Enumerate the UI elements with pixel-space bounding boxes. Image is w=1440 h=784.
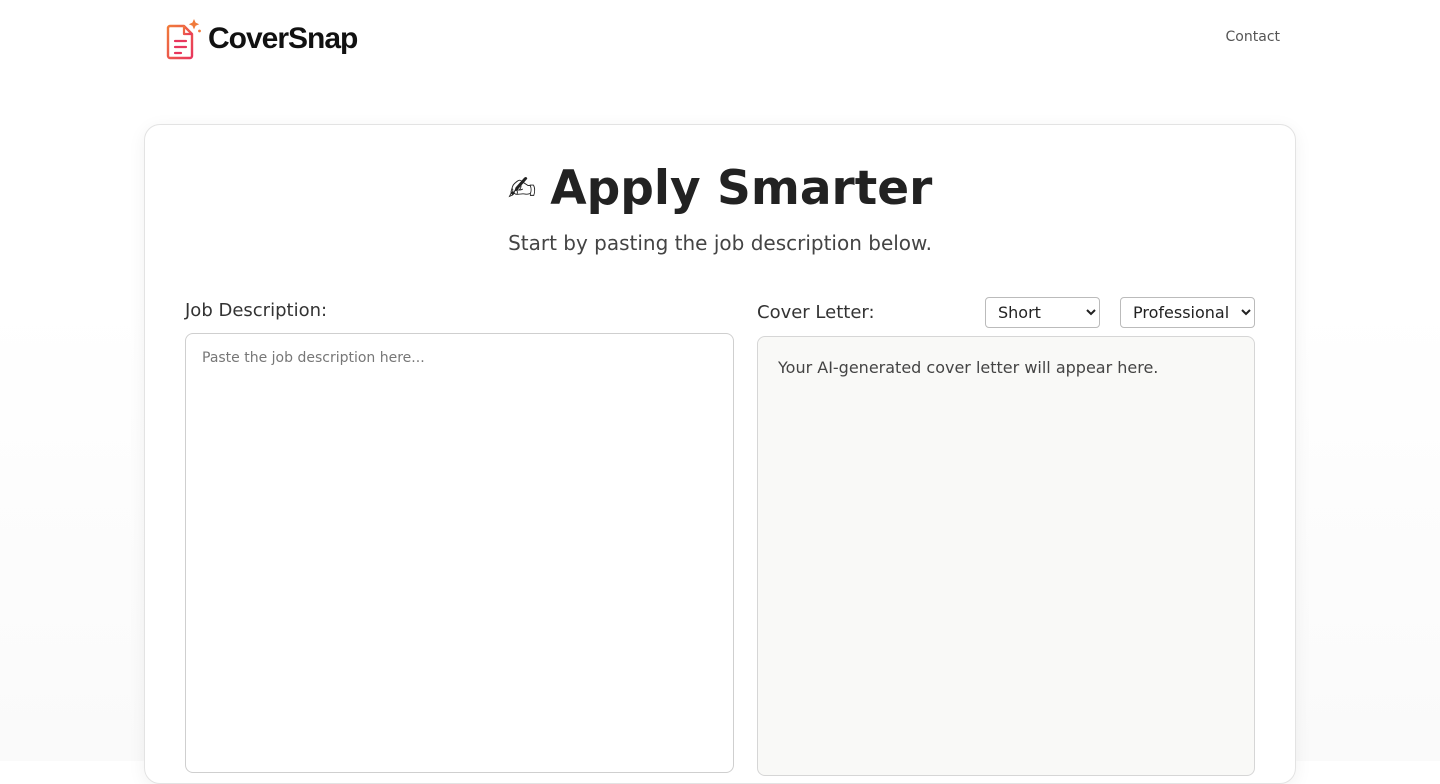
job-description-input[interactable] xyxy=(185,333,734,773)
main-card: ✍ Apply Smarter Start by pasting the job… xyxy=(144,124,1296,784)
cover-letter-label: Cover Letter: xyxy=(757,302,875,323)
page-subtitle: Start by pasting the job description bel… xyxy=(508,231,932,255)
page-title: Apply Smarter xyxy=(550,161,933,216)
cover-letter-output: Your AI-generated cover letter will appe… xyxy=(757,336,1255,776)
brand-name: CoverSnap xyxy=(208,22,358,55)
cover-letter-placeholder: Your AI-generated cover letter will appe… xyxy=(778,358,1159,377)
brand-logo[interactable]: CoverSnap xyxy=(166,18,358,60)
site-header: CoverSnap Contact xyxy=(0,0,1440,90)
writing-hand-icon: ✍ xyxy=(507,169,537,209)
job-description-label: Job Description: xyxy=(185,300,328,321)
length-select[interactable]: Short xyxy=(985,297,1100,328)
tone-select[interactable]: Professional xyxy=(1120,297,1255,328)
hero-title: ✍ Apply Smarter xyxy=(145,161,1295,217)
document-sparkle-icon xyxy=(166,19,201,60)
nav-contact-link[interactable]: Contact xyxy=(1226,29,1280,45)
